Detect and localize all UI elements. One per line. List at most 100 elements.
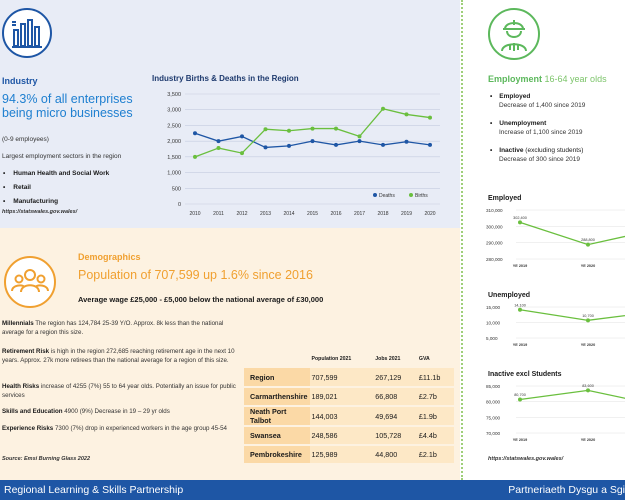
data-point-deaths [287, 143, 291, 148]
demo-paragraph-label: Millennials [2, 320, 34, 327]
data-point [518, 307, 522, 312]
y-tick-label: 80,000 [486, 400, 500, 405]
table-cell: 707,599 [309, 368, 374, 388]
y-tick-label: 2,500 [167, 123, 181, 129]
demo-paragraph-text: The region has 124,784 25-39 Y/O. Approx… [2, 320, 224, 336]
data-label: 80,700 [514, 393, 526, 397]
people-group-icon [4, 256, 56, 308]
employed-chart-title: Employed [488, 195, 522, 202]
legend-label: Deaths [379, 193, 395, 199]
y-tick-label: 75,000 [486, 415, 500, 420]
inactive-chart: 85,000 80,000 75,000 70,000 80,700 83,600 YE 2… [486, 384, 625, 442]
demographics-headline: Population of 707,599 up 1.6% since 2016 [78, 268, 313, 282]
data-point-deaths [334, 142, 338, 147]
employment-heading-main: Employment [488, 74, 543, 84]
y-tick-label: 85,000 [486, 384, 500, 389]
average-wage: Average wage £25,000 - £5,000 below the … [78, 295, 324, 304]
demographics-heading: Demographics [78, 252, 141, 262]
demo-paragraph-label: Experience Risks [2, 425, 54, 432]
table-cell: 44,800 [373, 445, 417, 465]
y-tick-label: 310,000 [486, 208, 503, 213]
employment-item-note: Decrease of 300 since 2019 [499, 156, 580, 163]
demographics-source: Source: Emsi Burning Glass 2022 [2, 456, 91, 462]
series-line [519, 309, 625, 321]
data-point-deaths [310, 139, 315, 144]
x-tick-label: YE 2020 [581, 343, 596, 347]
y-tick-label: 2,000 [167, 139, 181, 145]
table-cell: 105,728 [373, 426, 417, 446]
demo-paragraph-label: Health Risks [2, 383, 40, 390]
data-label: 83,600 [582, 384, 594, 388]
x-tick-label: 2010 [189, 211, 200, 217]
demo-paragraph-label: Skills and Education [2, 408, 63, 415]
demo-paragraph-text: 4900 (9%) Decrease in 19 – 29 yr olds [62, 408, 170, 415]
demo-paragraph: Retirement Risk is high in the region 27… [2, 348, 237, 365]
y-tick-label: 290,000 [486, 241, 503, 246]
legend-marker [373, 193, 377, 197]
y-tick-label: 15,000 [486, 305, 500, 310]
sector-item: Manufacturing [3, 198, 109, 205]
demo-paragraph: Health Risks increase of 4255 (7%) 55 to… [2, 383, 237, 400]
footer-bar: Regional Learning & Skills Partnership P… [0, 480, 625, 500]
data-point [518, 397, 522, 402]
table-row-label: Neath Port Talbot [244, 406, 310, 427]
table-row: Pembrokeshire 125,989 44,800 £2.1b [244, 445, 454, 465]
panel-divider [461, 0, 463, 480]
x-tick-label: 2018 [377, 211, 388, 217]
demo-paragraph-text: 7300 (7%) drop in experienced workers in… [53, 425, 227, 432]
data-point [586, 388, 590, 393]
table-row-label: Swansea [244, 426, 310, 446]
worker-icon [488, 8, 540, 60]
industry-headline: 94.3% of all enterprises being micro bus… [2, 92, 133, 120]
table-header [244, 356, 310, 368]
x-tick-label: YE 2019 [513, 343, 528, 347]
table-row-label: Pembrokeshire [244, 445, 310, 465]
factory-icon [2, 8, 52, 58]
employment-item-label: Employed [490, 93, 530, 100]
legend-marker [409, 193, 413, 197]
table-row-label: Region [244, 368, 310, 388]
data-point-deaths [193, 131, 197, 136]
y-tick-label: 70,000 [486, 431, 500, 436]
births-deaths-chart: 3,500 3,000 2,500 2,000 1,500 1,000 500 0 2010 20… [167, 92, 440, 217]
y-tick-label: 500 [172, 186, 181, 192]
table-cell: 248,586 [309, 426, 374, 446]
y-tick-label: 280,000 [486, 257, 503, 262]
y-tick-label: 1,000 [167, 171, 181, 177]
employment-item: Unemployment Increase of 1,100 since 2019 [490, 119, 585, 137]
employed-chart: 310,000 300,000 290,000 280,000 302,400 288,8… [486, 208, 625, 268]
y-tick-label: 1,500 [167, 155, 181, 161]
data-label: 10,700 [582, 314, 594, 318]
table-header: GVA [418, 356, 430, 362]
data-point-deaths [404, 139, 409, 144]
data-point-births [334, 126, 338, 131]
industry-subnote: (0-9 employees) [2, 136, 49, 143]
table-cell: 189,021 [309, 387, 374, 407]
y-tick-label: 0 [178, 202, 181, 208]
series-line-births [194, 108, 431, 158]
x-tick-label: 2012 [236, 211, 247, 217]
table-cell: 144,003 [309, 406, 374, 427]
demo-paragraph-label: Retirement Risk [2, 348, 50, 355]
data-point-births [357, 134, 362, 139]
y-tick-label: 300,000 [486, 224, 503, 229]
legend-label: Births [415, 193, 428, 199]
table-cell: 66,808 [373, 387, 417, 407]
industry-source-link[interactable]: https://statswales.gov.wales/ [2, 209, 77, 215]
employment-item-note: Decrease of 1,400 since 2019 [499, 102, 586, 109]
y-tick-label: 3,000 [167, 108, 181, 114]
data-point-deaths [240, 134, 244, 139]
data-point-births [193, 154, 197, 159]
data-label: 288,800 [581, 238, 595, 242]
data-point-births [381, 106, 385, 111]
table-cell: 267,129 [373, 368, 417, 388]
table-cell: £2.7b [416, 387, 454, 407]
table-header: Population 2021 [311, 356, 352, 362]
region-stats-table: Population 2021 Jobs 2021 GVA Region 707,… [244, 356, 454, 465]
data-point-births [216, 146, 221, 151]
unemployed-chart: 15,000 10,000 5,000 14,100 10,700 YE 2019 YE 2… [486, 303, 625, 347]
x-tick-label: 2014 [283, 211, 294, 217]
data-point-deaths [381, 142, 385, 147]
employment-source-link[interactable]: https://statswales.gov.wales/ [488, 456, 563, 462]
x-tick-label: YE 2020 [581, 438, 596, 442]
